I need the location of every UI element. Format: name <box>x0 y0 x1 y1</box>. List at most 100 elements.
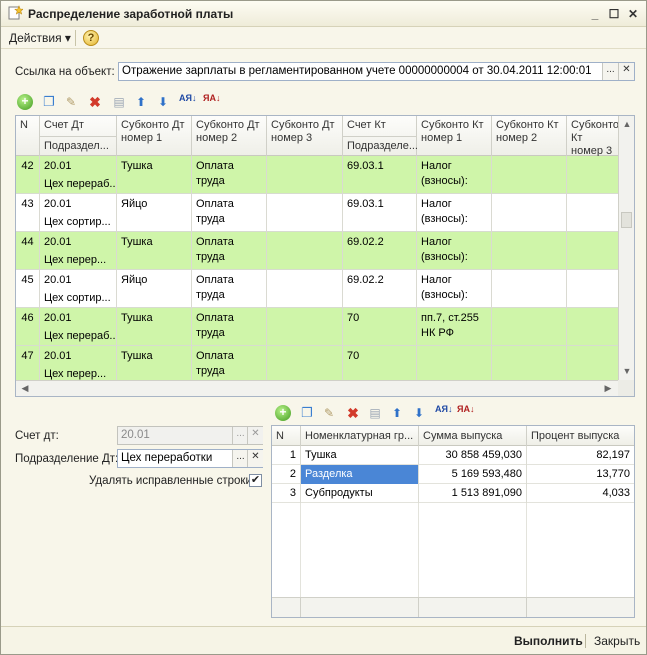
sort-descending-icon[interactable]: ЯА↓ <box>203 94 220 110</box>
col-podrazd-label: Подраздел... <box>40 136 116 156</box>
col-schet-kt-header[interactable]: Счет Кт Подразделе... <box>343 116 418 156</box>
cell-subkonto-dt1: Тушка <box>117 156 192 194</box>
move-up-icon[interactable]: ⬆ <box>389 405 405 421</box>
col-subkonto-kt3-header[interactable]: Субконто Кт номер 3 <box>567 116 619 157</box>
cell2-nomenkl: Субпродукты <box>301 484 419 503</box>
cell-subkonto-dt2-line1: Оплата <box>196 312 234 324</box>
table-row[interactable]: 42 20.01 Цех перераб... Тушка Оплата труда… <box>16 156 618 194</box>
col2-procent-header[interactable]: Процент выпуска <box>527 426 634 446</box>
empty-column <box>272 503 301 598</box>
cell-subkonto-dt2-line1: Оплата <box>196 236 234 248</box>
window-title: Распределение заработной платы <box>28 7 234 21</box>
save-icon[interactable]: ▤ <box>111 94 127 110</box>
dialog-button-bar: Выполнить Закрыть <box>1 626 646 654</box>
col2-summa-header[interactable]: Сумма выпуска <box>419 426 527 446</box>
col-subkonto-kt1-header[interactable]: Субконто Кт номер 1 <box>417 116 492 156</box>
help-icon[interactable]: ? <box>83 30 99 46</box>
copy-row-icon[interactable]: ❐ <box>41 94 57 110</box>
cell-subkonto-dt2-line1: Оплата <box>196 350 234 362</box>
cell-subkonto-dt2: Оплата труда <box>192 194 267 232</box>
scroll-right-arrow-icon[interactable]: ▶ <box>601 383 615 394</box>
object-link-select-button[interactable]: ... <box>602 63 618 80</box>
sort-ascending-icon[interactable]: АЯ↓ <box>435 405 452 421</box>
cell-subkonto-dt2: Оплата труда <box>192 270 267 308</box>
object-link-field[interactable]: Отражение зарплаты в регламентированном … <box>118 62 635 81</box>
table-row[interactable]: 46 20.01 Цех перераб... Тушка Оплата труда… <box>16 308 618 346</box>
cell-subkonto-kt2 <box>492 308 567 346</box>
move-down-icon[interactable]: ⬇ <box>411 405 427 421</box>
podrazd-dt-select-button[interactable]: ... <box>232 450 248 467</box>
sort-descending-icon[interactable]: ЯА↓ <box>457 405 474 421</box>
schet-dt-select-button: ... <box>232 427 248 444</box>
cell-n: 47 <box>16 346 40 384</box>
postings-table[interactable]: N Счет Дт Подраздел... Субконто Дт номер… <box>15 115 635 397</box>
minimize-button[interactable]: _ <box>588 7 602 21</box>
close-window-button[interactable]: ✕ <box>626 7 640 21</box>
add-row-icon[interactable]: + <box>275 405 291 421</box>
move-up-icon[interactable]: ⬆ <box>133 94 149 110</box>
cell-subkonto-dt3 <box>267 232 343 270</box>
cell-subkonto-kt3 <box>567 270 618 308</box>
col-subkonto-dt3-header[interactable]: Субконто Дт номер 3 <box>267 116 343 156</box>
main-toolbar: Действия ▾ ? <box>1 27 646 49</box>
maximize-button[interactable]: ☐ <box>607 7 621 21</box>
cell-n: 42 <box>16 156 40 194</box>
col-schet-dt-header[interactable]: Счет Дт Подраздел... <box>40 116 117 156</box>
cell2-procent: 82,197 <box>596 449 630 461</box>
cell-subkonto-kt1-line1: Налог <box>421 198 452 210</box>
scroll-up-arrow-icon[interactable]: ▲ <box>620 119 634 129</box>
output-table-empty-area <box>272 503 634 598</box>
close-button[interactable]: Закрыть <box>594 634 640 648</box>
cell-subkonto-dt2-line2: труда <box>196 289 225 301</box>
cell-subkonto-kt1: Налог (взносы): <box>417 232 492 270</box>
table-row[interactable]: 43 20.01 Цех сортир... Яйцо Оплата труда 6… <box>16 194 618 232</box>
sort-ascending-icon[interactable]: АЯ↓ <box>179 94 196 110</box>
col-n-header[interactable]: N <box>16 116 40 156</box>
cell-subkonto-dt2-line1: Оплата <box>196 198 234 210</box>
col-subkonto-dt2-header[interactable]: Субконто Дт номер 2 <box>192 116 267 156</box>
table-row[interactable]: 3 Субпродукты 1 513 891,090 4,033 <box>272 484 634 503</box>
scroll-thumb[interactable] <box>621 212 632 228</box>
save-icon[interactable]: ▤ <box>367 405 383 421</box>
delete-row-icon[interactable]: ✖ <box>345 405 361 421</box>
actions-menu-button[interactable]: Действия ▾ <box>9 31 71 45</box>
edit-row-icon[interactable]: ✎ <box>321 405 337 421</box>
table-row[interactable]: 1 Тушка 30 858 459,030 82,197 <box>272 446 634 465</box>
cell-subkonto-dt3 <box>267 194 343 232</box>
cell-subkonto-kt3 <box>567 232 618 270</box>
podrazd-dt-clear-button[interactable]: ✕ <box>247 450 263 467</box>
col2-nomenkl-header[interactable]: Номенклатурная гр... <box>301 426 419 446</box>
cell-subkonto-dt3 <box>267 308 343 346</box>
col-schet-dt-label: Счет Дт <box>44 119 84 131</box>
cell-subkonto-dt1: Тушка <box>117 308 192 346</box>
copy-row-icon[interactable]: ❐ <box>299 405 315 421</box>
execute-button[interactable]: Выполнить <box>514 634 583 648</box>
col2-n-header[interactable]: N <box>272 426 301 446</box>
table-row[interactable]: 45 20.01 Цех сортир... Яйцо Оплата труда 6… <box>16 270 618 308</box>
cell-subkonto-dt2-line2: труда <box>196 327 225 339</box>
postings-horizontal-scrollbar[interactable]: ◀ ▶ <box>16 380 618 396</box>
col-subkonto-dt1-header[interactable]: Субконто Дт номер 1 <box>117 116 192 156</box>
add-row-icon[interactable]: + <box>17 94 33 110</box>
scroll-corner <box>618 380 634 396</box>
cell-subkonto-dt2-line1: Оплата <box>196 160 234 172</box>
table-row[interactable]: 47 20.01 Цех перер... Тушка Оплата труда 7… <box>16 346 618 384</box>
cell2-nomenkl: Тушка <box>301 446 419 465</box>
scroll-down-arrow-icon[interactable]: ▼ <box>620 366 634 376</box>
col-subkonto-kt2-header[interactable]: Субконто Кт номер 2 <box>492 116 567 156</box>
delete-fixed-checkbox[interactable]: ✔ <box>249 474 262 487</box>
cell-subkonto-dt3 <box>267 156 343 194</box>
output-table[interactable]: N Номенклатурная гр... Сумма выпуска Про… <box>271 425 635 618</box>
schet-dt-value: 20.01 <box>121 429 150 441</box>
table-row[interactable]: 44 20.01 Цех перер... Тушка Оплата труда 6… <box>16 232 618 270</box>
schet-dt-clear-button: ✕ <box>247 427 263 444</box>
object-link-label: Ссылка на объект: <box>15 66 115 78</box>
table-row[interactable]: 2 Разделка 5 169 593,480 13,770 <box>272 465 634 484</box>
delete-row-icon[interactable]: ✖ <box>87 94 103 110</box>
cell-schet-dt-value: 20.01 <box>44 312 72 324</box>
move-down-icon[interactable]: ⬇ <box>155 94 171 110</box>
edit-row-icon[interactable]: ✎ <box>63 94 79 110</box>
object-link-clear-button[interactable]: ✕ <box>618 63 634 80</box>
scroll-left-arrow-icon[interactable]: ◀ <box>18 383 32 394</box>
postings-vertical-scrollbar[interactable]: ▲ ▼ <box>618 116 634 382</box>
